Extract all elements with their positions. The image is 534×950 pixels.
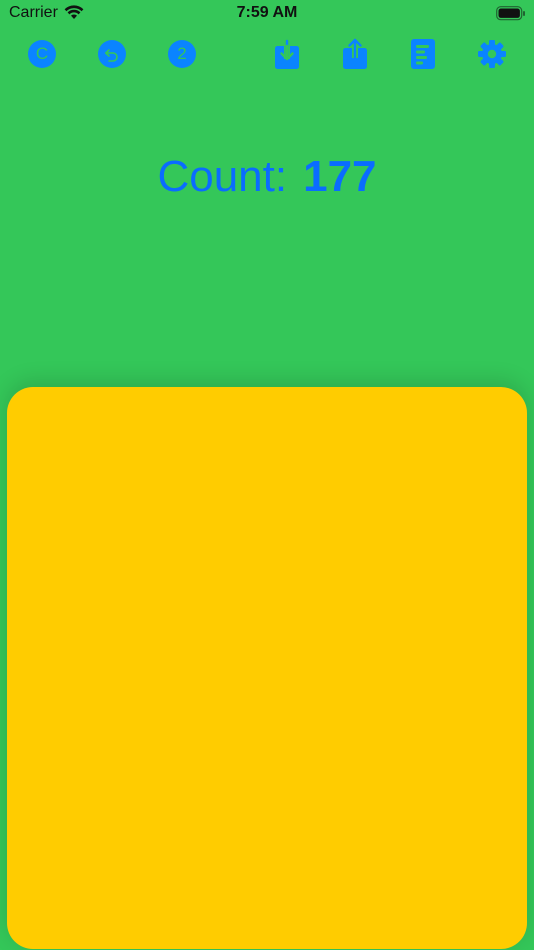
count-label: Count: xyxy=(157,152,288,201)
status-bar: Carrier 7:59 AM xyxy=(0,0,534,28)
gear-icon xyxy=(478,40,506,68)
share-button[interactable] xyxy=(339,38,371,70)
settings-button[interactable] xyxy=(476,38,508,70)
share-icon xyxy=(343,38,367,69)
history-icon xyxy=(411,39,435,69)
clear-icon: C xyxy=(28,40,56,68)
undo-button[interactable] xyxy=(96,38,128,70)
count-value: 177 xyxy=(303,152,377,201)
import-icon xyxy=(275,39,299,69)
undo-icon xyxy=(98,40,126,68)
import-button[interactable] xyxy=(271,38,303,70)
history-button[interactable] xyxy=(407,38,439,70)
battery-icon xyxy=(496,6,526,26)
status-time: 7:59 AM xyxy=(236,4,298,21)
clear-button[interactable]: C xyxy=(26,38,58,70)
count-display: Count: 177 xyxy=(0,150,534,204)
tap-pad[interactable] xyxy=(7,387,527,949)
step-button[interactable]: 2 xyxy=(166,38,198,70)
step-icon: 2 xyxy=(168,40,196,68)
